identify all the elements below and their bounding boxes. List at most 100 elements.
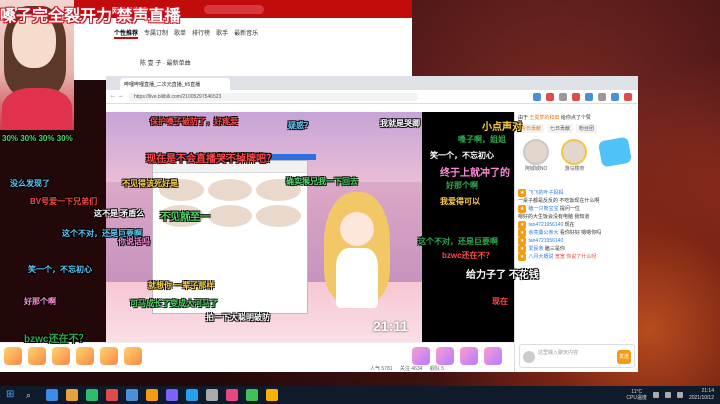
avatar [256, 205, 301, 227]
music-tab[interactable]: 歌单 [174, 28, 186, 39]
gift-icon[interactable] [52, 347, 70, 365]
gift-icon[interactable] [484, 347, 502, 365]
danmaku-comment: 终于上就冲了的 [440, 168, 510, 179]
music-tab[interactable]: 个性推荐 [114, 28, 139, 39]
extension-icon[interactable] [598, 93, 606, 101]
gift-icon[interactable] [436, 347, 454, 365]
game-icon[interactable] [146, 389, 158, 401]
danmaku-comment: bzwc还在不？ [442, 251, 494, 260]
weather-label: CPU温度 [626, 395, 647, 401]
avatar [523, 139, 550, 165]
rank-tab[interactable]: 七日贡献 [547, 124, 574, 133]
chat-message: ★ 飞飞的叶子妈妈 [518, 189, 635, 197]
fan-medal-icon: ★ [518, 229, 527, 237]
chat-message: ★ 瞌一只熊宝宝 提问一位 [518, 205, 635, 213]
task-view-icon[interactable] [46, 389, 58, 401]
input-method-icon[interactable] [676, 392, 683, 398]
music-tab[interactable]: 排行榜 [192, 28, 210, 39]
taskbar-clock[interactable]: 21:14 2021/10/12 [689, 388, 714, 402]
danmaku-comment: 就想你 一辈子那样 [148, 281, 215, 290]
danmaku-comment: bzwc还在不？ [24, 334, 89, 345]
danmaku-comment: 这个不对，还是巨要啊 [418, 237, 498, 246]
volume-icon[interactable] [664, 392, 671, 398]
chat-text: 宽宽 你说了什么呀 [554, 254, 597, 260]
danmaku-panel [422, 112, 514, 342]
chat-message: 嗯好的大生饭会没有电脑 我知道 [518, 213, 635, 221]
browser-icon[interactable] [126, 389, 138, 401]
gift-icon[interactable] [460, 347, 478, 365]
wechat-icon[interactable] [86, 389, 98, 401]
rank-tabs: 今日贡献 七日贡献 粉丝团 [515, 122, 638, 135]
music-recommend-item[interactable]: 陈 壹 子 · 最新单曲 [140, 58, 191, 67]
room-stat: 人气 5781 [370, 366, 393, 372]
chat-username[interactable]: 余亮桑公亲大 [528, 230, 559, 236]
danmaku-comment: 拍一下大聪明破防 [206, 313, 270, 322]
music-search-input[interactable] [204, 5, 264, 14]
file-explorer-icon[interactable] [66, 389, 78, 401]
chat-username[interactable]: tan4721956140 [528, 238, 563, 244]
app-icon[interactable] [206, 389, 218, 401]
chat-message: ★ tan4721956140 现在 [518, 221, 635, 229]
gift-bar: 人气 5781 关注 4634 舰队 5 [0, 342, 514, 372]
chat-panel: 由于 王冕梦的和田 给你点了个赞 今日贡献 七日贡献 粉丝团 阿城城NO 游马楼… [514, 112, 638, 372]
character-dress [336, 248, 378, 308]
extension-icon[interactable] [585, 93, 593, 101]
send-button[interactable]: 发送 [617, 350, 631, 364]
danmaku-comment: 笑一个，不忘初心 [430, 151, 494, 160]
anime-character [322, 192, 392, 312]
avatar [207, 179, 253, 201]
extension-icon[interactable] [572, 93, 580, 101]
browser-tab-strip: 哔哩哔哩直播_二次元直播_h5直播 [106, 76, 638, 90]
chat-username[interactable]: 瞌一只熊宝宝 [528, 206, 559, 212]
danmaku-comment: 这不是 矛盾么 [94, 209, 145, 218]
chat-username[interactable]: tan4721956140 [528, 222, 564, 228]
danmaku-comment: BV号爱一下兄弟们 [30, 197, 98, 206]
search-icon[interactable]: ⌕ [26, 390, 31, 400]
rank-name: 阿城城NO [524, 166, 548, 172]
weather-widget[interactable]: 11°C CPU温度 [626, 389, 647, 401]
chat-username[interactable]: 飞飞的叶子妈妈 [528, 190, 563, 196]
rank-entry[interactable]: 游马楼奈 [561, 139, 588, 183]
danmaku-comment: 保护嗓子破防了，好疼爱 [150, 117, 238, 126]
danmaku-comment: 不见得该死好是 [122, 179, 178, 188]
danmaku-comment: 笑一个，不忘初心 [28, 265, 92, 274]
back-forward-icon[interactable]: ← → [110, 93, 124, 99]
gift-icon[interactable] [124, 347, 142, 365]
chat-notice-user[interactable]: 王冕梦的和田 [529, 115, 559, 121]
taskbar: ⊞ ⌕ 11°C CPU温度 21:14 2021/10/12 [0, 386, 720, 404]
netease-music-icon[interactable] [106, 389, 118, 401]
music-tab[interactable]: 歌手 [216, 28, 228, 39]
rank-tab[interactable]: 粉丝团 [576, 124, 598, 133]
chat-notice: 由于 王冕梦的和田 给你点了个赞 [515, 112, 638, 122]
address-bar[interactable]: https://live.bilibili.com/21005297546523 [128, 93, 418, 101]
rank-entry[interactable]: 阿城城NO [523, 139, 550, 183]
fan-medal-icon: ★ [518, 205, 527, 213]
chat-message: ★ 爱民亲 瞌三是你 [518, 245, 635, 253]
chat-username[interactable]: 爱民亲 [528, 246, 544, 252]
avatar [561, 139, 588, 165]
app-icon[interactable] [266, 389, 278, 401]
character-face [340, 212, 374, 246]
browser-tab[interactable]: 哔哩哔哩直播_二次元直播_h5直播 [120, 78, 230, 90]
extension-icon[interactable] [559, 93, 567, 101]
extension-icon[interactable] [546, 93, 554, 101]
music-tab[interactable]: 专属订制 [144, 28, 168, 39]
gift-icon[interactable] [76, 347, 94, 365]
gift-icon[interactable] [28, 347, 46, 365]
network-icon[interactable] [652, 392, 659, 398]
bilibili-icon[interactable] [186, 389, 198, 401]
app-icon[interactable] [246, 389, 258, 401]
extension-icon[interactable] [611, 93, 619, 101]
gift-icon[interactable] [412, 347, 430, 365]
obs-icon[interactable] [166, 389, 178, 401]
extension-icon[interactable] [624, 93, 632, 101]
gift-icon[interactable] [4, 347, 22, 365]
gift-icon[interactable] [100, 347, 118, 365]
chat-username[interactable]: 八月大概说 [528, 254, 554, 260]
rank-podium: 阿城城NO 游马楼奈 [515, 135, 638, 187]
windows-start-icon[interactable]: ⊞ [6, 390, 16, 400]
chat-text: 一桌子都是反反的 不吃饭现在什么啊 [518, 198, 600, 204]
extension-icon[interactable] [533, 93, 541, 101]
music-tab[interactable]: 最新音乐 [234, 28, 258, 39]
app-icon[interactable] [226, 389, 238, 401]
